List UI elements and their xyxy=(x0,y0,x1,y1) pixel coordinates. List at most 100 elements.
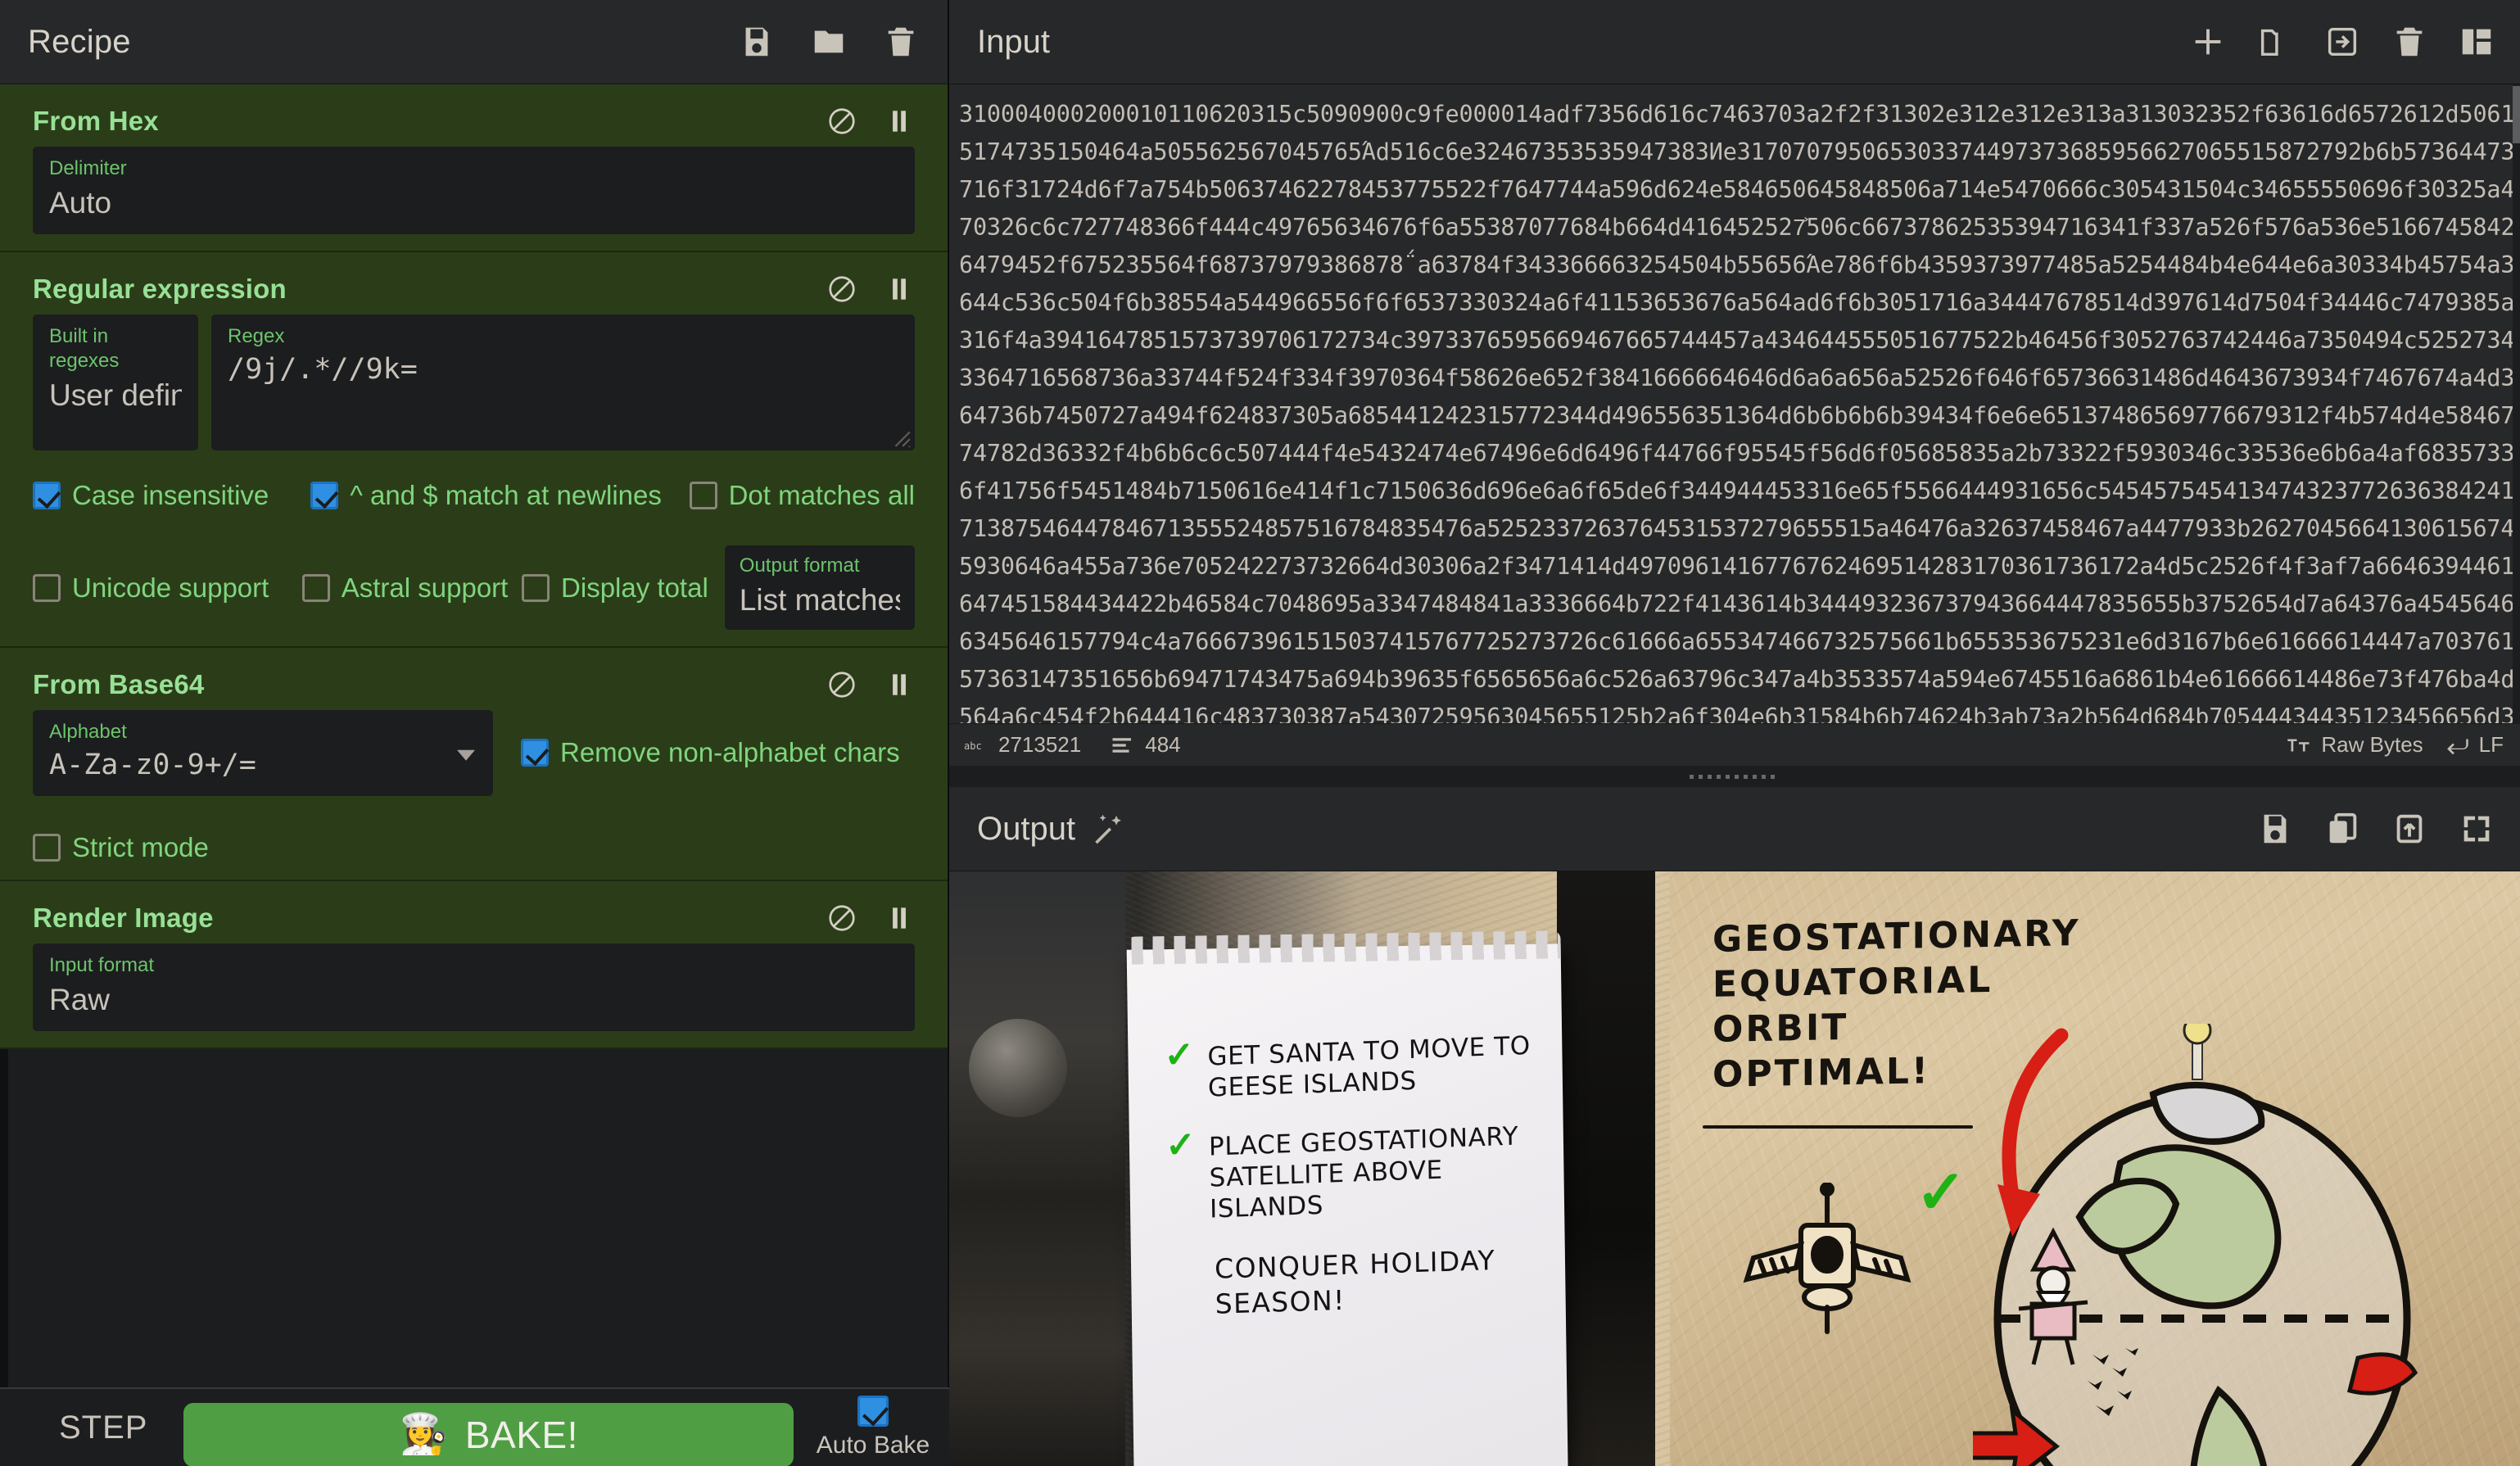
auto-bake-toggle[interactable]: Auto Bake xyxy=(812,1396,934,1459)
input-lines: 484 xyxy=(1111,732,1181,758)
lines-icon xyxy=(1111,735,1135,756)
load-recipe-icon[interactable] xyxy=(810,23,848,61)
pause-breakpoint-icon[interactable] xyxy=(884,274,915,305)
disable-icon[interactable] xyxy=(826,903,857,934)
operation-regular-expression[interactable]: Regular expression Built in regexes User… xyxy=(0,252,948,649)
checkbox-label: Display total xyxy=(561,572,708,603)
operation-args: Input format Raw xyxy=(0,939,948,1031)
resize-handle-icon[interactable] xyxy=(890,427,912,448)
checkbox-box[interactable] xyxy=(522,573,550,602)
abc-icon: abc xyxy=(964,735,989,756)
step-button[interactable]: STEP xyxy=(41,1403,165,1453)
photo-background: ✓ GET SANTA TO MOVE TO GEESE ISLANDS ✓ P… xyxy=(949,871,2520,1466)
checkbox-box[interactable] xyxy=(857,1396,889,1427)
checkbox-box[interactable] xyxy=(33,573,61,602)
input-scrollbar[interactable] xyxy=(2513,84,2520,723)
input-text[interactable]: 310004000200010110620315c5090900c9fe0000… xyxy=(949,84,2520,723)
cyberchef-app: Recipe From Hex Delimiter Auto Regular e… xyxy=(0,0,2520,1466)
satellite-sketch-icon xyxy=(1743,1183,1911,1334)
operation-from-base64[interactable]: From Base64 Alphabet A-Za-z0-9+/= Remove… xyxy=(0,648,948,881)
regex-field[interactable]: Regex /9j/.*//9k= xyxy=(211,314,915,451)
open-file-as-input-icon[interactable] xyxy=(2323,23,2361,61)
checkbox-box[interactable] xyxy=(689,482,717,510)
checkbox-display-total[interactable]: Display total xyxy=(522,572,708,604)
checkbox-box[interactable] xyxy=(33,482,61,510)
operation-title: From Base64 xyxy=(33,669,205,700)
copy-output-icon[interactable] xyxy=(2323,810,2361,848)
kraft-paper: GEOSTATIONARY EQUATORIAL ORBIT OPTIMAL! … xyxy=(1670,871,2520,1466)
save-recipe-icon[interactable] xyxy=(738,23,776,61)
alphabet-value: A-Za-z0-9+/= xyxy=(49,749,256,782)
replace-input-with-output-icon[interactable] xyxy=(2391,810,2428,848)
checkbox-multiline[interactable]: ^ and $ match at newlines xyxy=(310,480,689,511)
magic-wand-icon[interactable] xyxy=(1090,811,1126,847)
checkbox-box[interactable] xyxy=(521,739,549,767)
checkbox-box[interactable] xyxy=(33,833,61,862)
add-input-tab-icon[interactable] xyxy=(2189,23,2227,61)
output-format-value: List matches xyxy=(739,583,900,618)
bake-button-label: BAKE! xyxy=(464,1414,578,1456)
delimiter-field[interactable]: Delimiter Auto xyxy=(33,147,915,235)
checkbox-case-insensitive[interactable]: Case insensitive xyxy=(33,480,310,511)
input-header-actions xyxy=(2189,23,2495,61)
input-header: Input xyxy=(949,0,2520,84)
output-rendered-image[interactable]: ✓ GET SANTA TO MOVE TO GEESE ISLANDS ✓ P… xyxy=(949,871,2520,1466)
input-format-field[interactable]: Input format Raw xyxy=(33,943,915,1031)
notepad-footer-text: CONQUER HOLIDAY SEASON! xyxy=(1214,1244,1496,1320)
notepad-content: ✓ GET SANTA TO MOVE TO GEESE ISLANDS ✓ P… xyxy=(1164,1031,1546,1320)
regex-args-row: Built in regexes User defined Regex /9j/… xyxy=(33,314,915,451)
io-splitter[interactable] xyxy=(949,766,2520,787)
operation-title: Regular expression xyxy=(33,274,287,305)
recipe-header-actions xyxy=(738,23,920,61)
input-status-right: Raw Bytes LF xyxy=(2287,732,2504,758)
save-output-icon[interactable] xyxy=(2256,810,2294,848)
pause-breakpoint-icon[interactable] xyxy=(884,903,915,934)
operation-controls xyxy=(826,903,915,934)
recipe-operation-list[interactable]: From Hex Delimiter Auto Regular expressi… xyxy=(0,84,948,1466)
pause-breakpoint-icon[interactable] xyxy=(884,669,915,700)
clear-io-icon[interactable] xyxy=(2391,23,2428,61)
maximise-output-icon[interactable] xyxy=(2458,810,2495,848)
operation-render-image[interactable]: Render Image Input format Raw xyxy=(0,880,948,1049)
alphabet-select[interactable]: Alphabet A-Za-z0-9+/= xyxy=(33,710,493,796)
input-editor[interactable]: 310004000200010110620315c5090900c9fe0000… xyxy=(949,84,2520,723)
earth-orbit-sketch-icon xyxy=(1973,1024,2418,1466)
disable-icon[interactable] xyxy=(826,669,857,700)
input-character-encoding[interactable]: Raw Bytes xyxy=(2287,732,2423,758)
input-scrollbar-thumb[interactable] xyxy=(2513,86,2520,143)
checkbox-remove-non-alphabet-chars[interactable]: Remove non-alphabet chars xyxy=(521,737,900,768)
checkbox-strict-mode[interactable]: Strict mode xyxy=(33,832,209,863)
clear-recipe-icon[interactable] xyxy=(882,23,920,61)
built-in-regexes-field[interactable]: Built in regexes User defined xyxy=(33,314,198,451)
operation-title-row: Regular expression xyxy=(0,252,948,310)
open-folder-as-input-icon[interactable] xyxy=(2256,23,2294,61)
checkbox-astral-support[interactable]: Astral support xyxy=(301,572,522,604)
output-format-field[interactable]: Output format List matches xyxy=(724,545,915,631)
chevron-down-icon[interactable] xyxy=(457,750,475,762)
checkbox-box[interactable] xyxy=(310,482,339,510)
disable-icon[interactable] xyxy=(826,274,857,305)
checkbox-box[interactable] xyxy=(301,573,330,602)
input-line-ending-value: LF xyxy=(2478,732,2504,757)
recipe-title: Recipe xyxy=(28,23,131,60)
checkbox-label: Remove non-alphabet chars xyxy=(560,737,900,768)
green-check-icon: ✓ xyxy=(1164,1034,1195,1076)
reset-pane-layout-icon[interactable] xyxy=(2458,23,2495,61)
operation-from-hex[interactable]: From Hex Delimiter Auto xyxy=(0,84,948,253)
operation-title-row: From Base64 xyxy=(0,648,948,705)
checkbox-dot-matches-all[interactable]: Dot matches all xyxy=(689,480,915,511)
input-format-value: Raw xyxy=(49,982,111,1016)
checkbox-unicode-support[interactable]: Unicode support xyxy=(33,572,302,604)
regex-flags-row-2: Unicode support Astral support Display t… xyxy=(0,545,948,631)
output-title: Output xyxy=(977,810,1076,847)
splitter-grip-icon xyxy=(1690,774,1780,779)
disable-icon[interactable] xyxy=(826,106,857,137)
input-line-ending[interactable]: LF xyxy=(2445,732,2504,758)
operation-title: Render Image xyxy=(33,902,214,933)
regex-value: /9j/.*//9k= xyxy=(228,353,418,387)
pause-breakpoint-icon[interactable] xyxy=(884,106,915,137)
bake-button[interactable]: 👩‍🍳 BAKE! xyxy=(183,1403,794,1466)
list-item-text: PLACE GEOSTATIONARY SATELLITE ABOVE ISLA… xyxy=(1208,1121,1519,1224)
operation-controls xyxy=(826,669,915,700)
list-item-text: GET SANTA TO MOVE TO GEESE ISLANDS xyxy=(1207,1030,1531,1103)
